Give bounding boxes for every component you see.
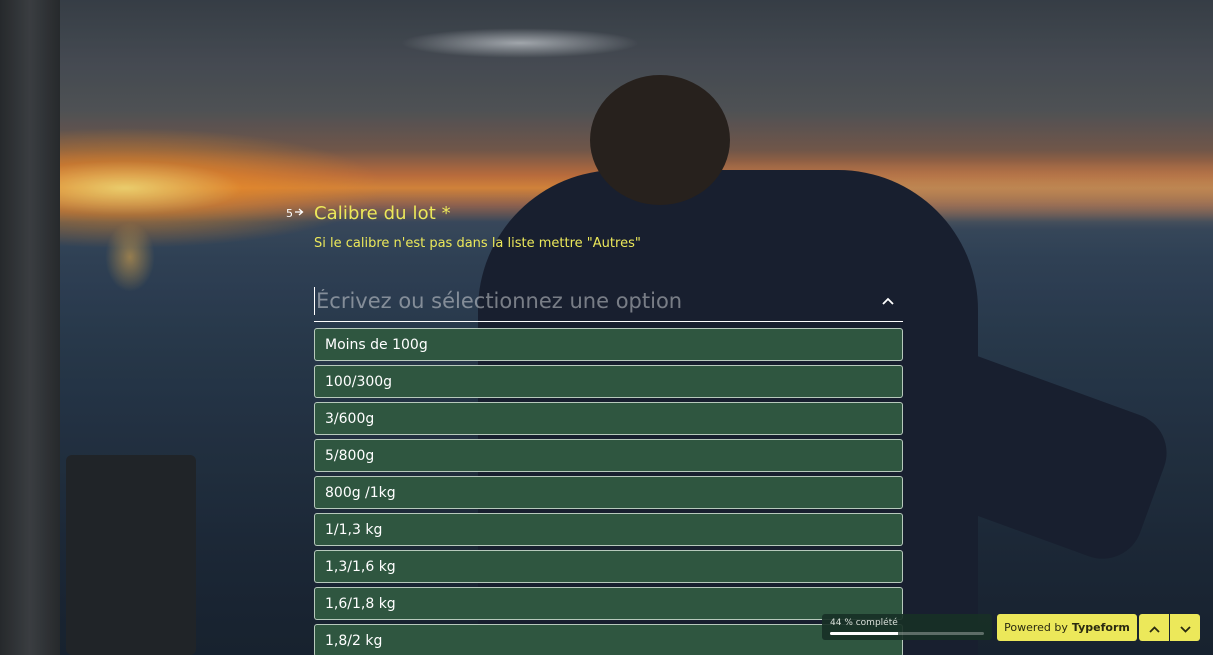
question-number-text: 5: [286, 206, 293, 220]
powered-by-badge[interactable]: Powered by Typeform: [997, 614, 1137, 641]
chevron-up-icon: [1148, 618, 1160, 637]
previous-question-button[interactable]: [1139, 614, 1169, 641]
progress-track: [830, 632, 984, 635]
dropdown-search[interactable]: [314, 280, 903, 322]
option-label: 800g /1kg: [325, 484, 396, 501]
question-header: 5 Calibre du lot *: [286, 200, 906, 226]
option-label: 1,3/1,6 kg: [325, 558, 396, 575]
dropdown-option[interactable]: 1,6/1,8 kg: [314, 587, 903, 620]
powered-by-prefix: Powered by: [1004, 621, 1068, 634]
dropdown-option[interactable]: 1,8/2 kg: [314, 624, 903, 655]
option-label: 1,8/2 kg: [325, 632, 383, 649]
option-label: 3/600g: [325, 410, 375, 427]
chevron-down-icon: [1179, 618, 1191, 637]
next-question-button[interactable]: [1170, 614, 1200, 641]
dropdown-option[interactable]: 1,3/1,6 kg: [314, 550, 903, 583]
option-label: 100/300g: [325, 373, 393, 390]
question-block: 5 Calibre du lot * Si le calibre n'est p…: [286, 200, 906, 252]
dropdown-option[interactable]: 100/300g: [314, 365, 903, 398]
dropdown-option[interactable]: 800g /1kg: [314, 476, 903, 509]
option-label: 5/800g: [325, 447, 375, 464]
question-description: Si le calibre n'est pas dans la liste me…: [314, 236, 641, 251]
text-cursor: [314, 286, 315, 315]
progress-indicator: 44 % complété: [822, 614, 992, 640]
progress-label: 44 % complété: [830, 618, 898, 628]
dropdown-option[interactable]: 5/800g: [314, 439, 903, 472]
question-title: Calibre du lot *: [314, 202, 451, 224]
dropdown-search-input[interactable]: [316, 288, 873, 313]
chevron-up-icon[interactable]: [873, 286, 903, 316]
option-label: 1/1,3 kg: [325, 521, 383, 538]
dropdown-options-list: Moins de 100g 100/300g 3/600g 5/800g 800…: [314, 328, 903, 655]
dropdown-option[interactable]: 3/600g: [314, 402, 903, 435]
dropdown-option[interactable]: Moins de 100g: [314, 328, 903, 361]
option-label: 1,6/1,8 kg: [325, 595, 396, 612]
question-number: 5: [286, 207, 314, 220]
option-label: Moins de 100g: [325, 336, 428, 353]
dropdown-option[interactable]: 1/1,3 kg: [314, 513, 903, 546]
arrow-right-icon: [295, 208, 304, 219]
powered-by-brand: Typeform: [1071, 621, 1130, 634]
progress-fill: [830, 632, 898, 635]
